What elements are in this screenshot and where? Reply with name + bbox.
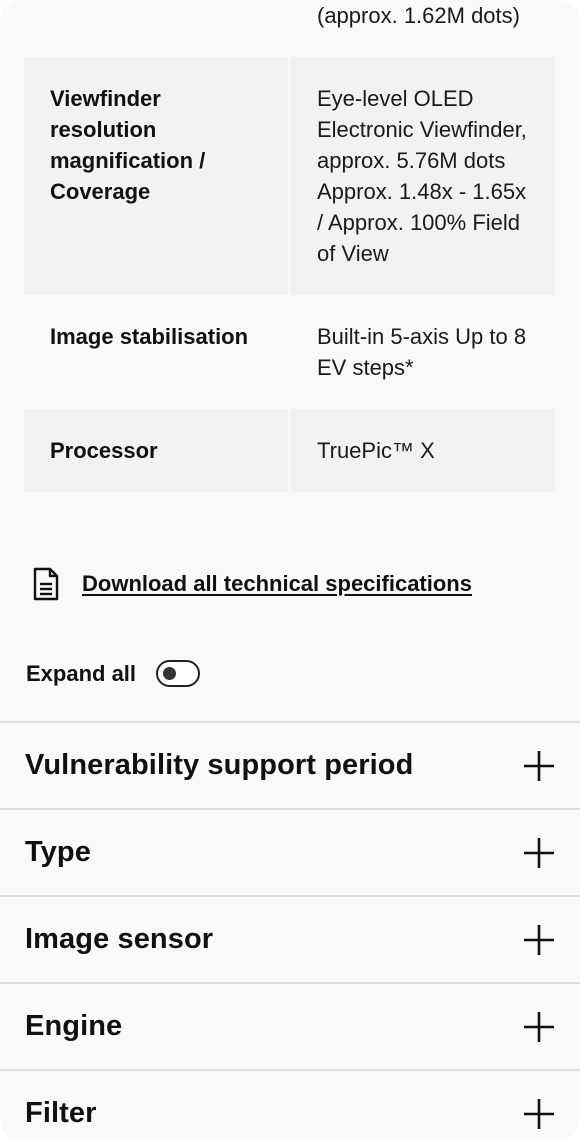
- spec-page: (approx. 1.62M dots) Viewfinder resoluti…: [0, 0, 580, 1141]
- spec-label: [24, 0, 288, 57]
- plus-icon: [524, 1098, 554, 1129]
- spec-label: Viewfinder resolution magnification / Co…: [24, 57, 288, 295]
- spec-row: (approx. 1.62M dots): [24, 0, 555, 57]
- plus-icon: [524, 750, 554, 781]
- spec-row: Processor TruePic™ X: [24, 409, 555, 492]
- accordion-item[interactable]: Image sensor: [0, 895, 580, 982]
- accordion-item[interactable]: Type: [0, 808, 580, 895]
- accordion-item[interactable]: Filter: [0, 1069, 580, 1141]
- plus-icon: [524, 924, 554, 955]
- download-specs-link[interactable]: Download all technical specifications: [32, 567, 472, 601]
- spec-accordion: Vulnerability support period Type Image …: [0, 721, 580, 1141]
- spec-label: Processor: [24, 409, 288, 492]
- spec-value: TruePic™ X: [291, 409, 555, 492]
- spec-table: (approx. 1.62M dots) Viewfinder resoluti…: [24, 0, 555, 492]
- toggle-knob: [163, 667, 177, 680]
- spec-value: Built-in 5-axis Up to 8 EV steps*: [317, 324, 527, 380]
- expand-all-toggle[interactable]: [156, 660, 201, 687]
- download-link-label: Download all technical specifications: [82, 571, 472, 596]
- spec-row: Viewfinder resolution magnification / Co…: [24, 57, 555, 295]
- accordion-item[interactable]: Vulnerability support period: [0, 721, 580, 808]
- accordion-item[interactable]: Engine: [0, 982, 580, 1069]
- accordion-title: Engine: [25, 1010, 123, 1042]
- document-icon: [33, 567, 59, 601]
- spec-value: (approx. 1.62M dots): [317, 3, 520, 28]
- spec-label: Image stabilisation: [50, 324, 249, 349]
- accordion-title: Image sensor: [25, 923, 214, 955]
- plus-icon: [524, 837, 554, 868]
- plus-icon: [524, 1011, 554, 1042]
- accordion-title: Vulnerability support period: [25, 749, 414, 781]
- spec-value: Eye-level OLED Electronic Viewfinder, ap…: [291, 57, 555, 295]
- accordion-title: Type: [25, 836, 91, 868]
- accordion-title: Filter: [25, 1097, 97, 1129]
- expand-all-control: Expand all: [26, 660, 201, 687]
- spec-row: Image stabilisation Built-in 5-axis Up t…: [24, 295, 555, 409]
- expand-all-label: Expand all: [26, 660, 137, 686]
